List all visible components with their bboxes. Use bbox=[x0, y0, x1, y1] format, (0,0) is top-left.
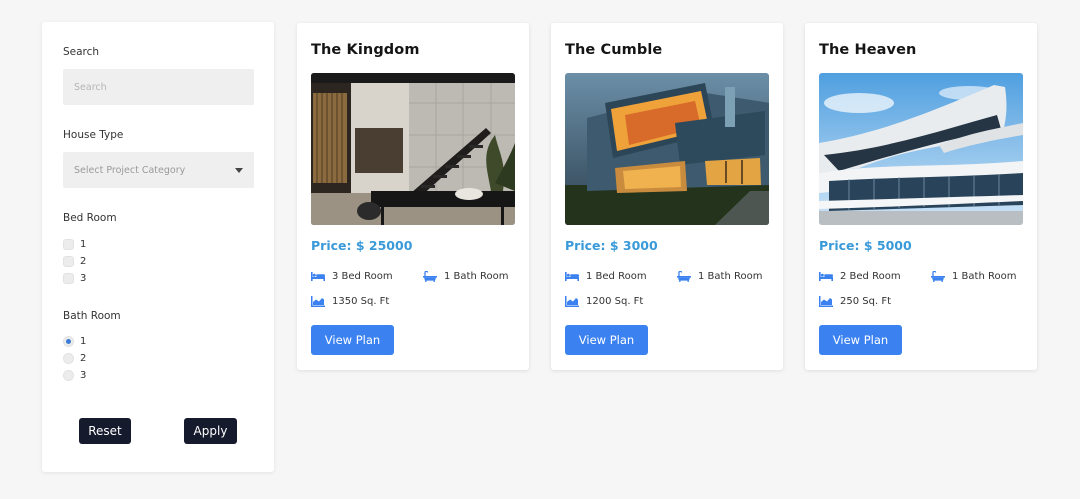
area-chart-icon bbox=[565, 296, 579, 307]
view-plan-button[interactable]: View Plan bbox=[819, 325, 902, 355]
property-image bbox=[565, 73, 769, 225]
property-title: The Kingdom bbox=[311, 42, 420, 58]
bathtub-icon bbox=[423, 271, 437, 282]
bed-option-label: 2 bbox=[80, 255, 87, 267]
checkbox[interactable] bbox=[63, 238, 74, 250]
checkbox[interactable] bbox=[63, 255, 74, 267]
radio-selected[interactable] bbox=[63, 335, 74, 347]
area-size: 250 Sq. Ft bbox=[819, 294, 891, 308]
bathroom-count: 1 Bath Room bbox=[931, 269, 1016, 283]
search-label: Search bbox=[63, 46, 100, 58]
area-text: 250 Sq. Ft bbox=[840, 295, 891, 307]
area-size: 1350 Sq. Ft bbox=[311, 294, 389, 308]
bath-option-2[interactable]: 2 bbox=[63, 351, 86, 365]
property-price: Price: $ 3000 bbox=[565, 238, 658, 253]
chevron-down-icon bbox=[235, 167, 243, 173]
bed-icon bbox=[311, 271, 325, 282]
bathtub-icon bbox=[931, 271, 945, 282]
bed-option-2[interactable]: 2 bbox=[63, 254, 86, 268]
radio[interactable] bbox=[63, 369, 74, 381]
view-plan-button[interactable]: View Plan bbox=[311, 325, 394, 355]
house-type-selected-value: Select Project Category bbox=[74, 164, 186, 176]
bathroom-count: 1 Bath Room bbox=[677, 269, 762, 283]
bed-room-label: Bed Room bbox=[63, 212, 117, 224]
bath-room-label: Bath Room bbox=[63, 310, 121, 322]
bath-option-label: 2 bbox=[80, 352, 87, 364]
bathroom-text: 1 Bath Room bbox=[952, 270, 1017, 282]
bath-option-label: 1 bbox=[80, 335, 87, 347]
radio[interactable] bbox=[63, 352, 74, 364]
property-title: The Cumble bbox=[565, 42, 663, 58]
bath-option-3[interactable]: 3 bbox=[63, 368, 86, 382]
bathroom-count: 1 Bath Room bbox=[423, 269, 508, 283]
bath-option-label: 3 bbox=[80, 369, 87, 381]
bedroom-text: 1 Bed Room bbox=[586, 270, 647, 282]
property-image bbox=[311, 73, 515, 225]
property-card: The Cumble Price: $ 3000 1 Bed Room 1 Ba… bbox=[551, 23, 783, 370]
bed-option-label: 1 bbox=[80, 238, 87, 250]
bedroom-count: 1 Bed Room bbox=[565, 269, 647, 283]
area-chart-icon bbox=[819, 296, 833, 307]
property-title: The Heaven bbox=[819, 42, 917, 58]
view-plan-button[interactable]: View Plan bbox=[565, 325, 648, 355]
bed-option-1[interactable]: 1 bbox=[63, 237, 86, 251]
apply-button[interactable]: Apply bbox=[184, 418, 237, 444]
bed-icon bbox=[565, 271, 579, 282]
property-price: Price: $ 25000 bbox=[311, 238, 413, 253]
property-price: Price: $ 5000 bbox=[819, 238, 912, 253]
bathroom-text: 1 Bath Room bbox=[698, 270, 763, 282]
search-input[interactable] bbox=[63, 69, 254, 105]
house-type-label: House Type bbox=[63, 129, 124, 141]
bedroom-count: 3 Bed Room bbox=[311, 269, 393, 283]
reset-button[interactable]: Reset bbox=[79, 418, 131, 444]
area-size: 1200 Sq. Ft bbox=[565, 294, 643, 308]
property-card: The Kingdom Price: $ 25000 3 Bed Room 1 … bbox=[297, 23, 529, 370]
area-text: 1200 Sq. Ft bbox=[586, 295, 644, 307]
property-image bbox=[819, 73, 1023, 225]
filter-sidebar: Search House Type Select Project Categor… bbox=[42, 22, 274, 472]
checkbox[interactable] bbox=[63, 272, 74, 284]
bed-option-3[interactable]: 3 bbox=[63, 271, 86, 285]
bedroom-text: 3 Bed Room bbox=[332, 270, 393, 282]
bed-option-label: 3 bbox=[80, 272, 87, 284]
bedroom-count: 2 Bed Room bbox=[819, 269, 901, 283]
bath-option-1[interactable]: 1 bbox=[63, 334, 86, 348]
house-type-select[interactable]: Select Project Category bbox=[63, 152, 254, 188]
bathroom-text: 1 Bath Room bbox=[444, 270, 509, 282]
area-chart-icon bbox=[311, 296, 325, 307]
bed-icon bbox=[819, 271, 833, 282]
property-card: The Heaven Price: $ 5000 2 Bed Room 1 Ba… bbox=[805, 23, 1037, 370]
bedroom-text: 2 Bed Room bbox=[840, 270, 901, 282]
area-text: 1350 Sq. Ft bbox=[332, 295, 390, 307]
bathtub-icon bbox=[677, 271, 691, 282]
radio-dot bbox=[66, 338, 71, 344]
